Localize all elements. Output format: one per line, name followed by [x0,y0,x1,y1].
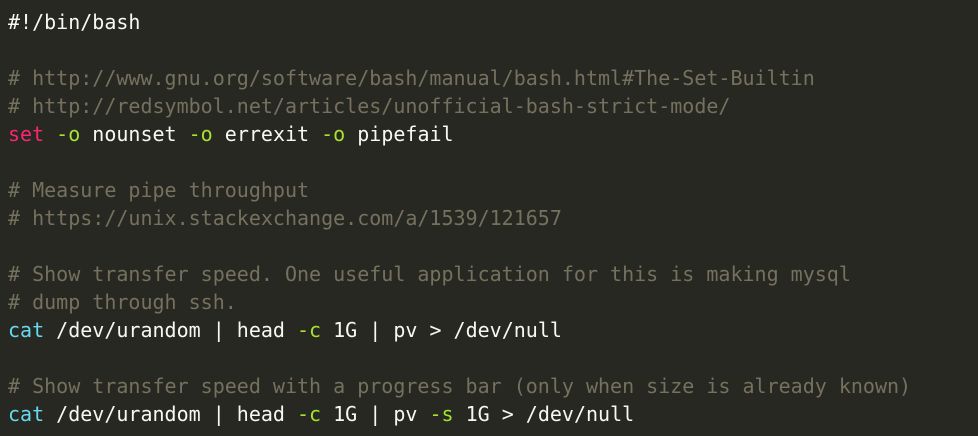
token-default: /dev/urandom | head [44,402,297,426]
code-line[interactable]: # http://www.gnu.org/software/bash/manua… [8,64,978,92]
code-line[interactable]: # http://redsymbol.net/articles/unoffici… [8,92,978,120]
token-flag: -c [297,318,322,342]
token-flag: -o [321,122,346,146]
token-flag: -o [56,122,81,146]
token-default [44,122,56,146]
token-default: nounset [80,122,189,146]
code-line[interactable]: # dump through ssh. [8,288,978,316]
token-default: #!/bin/bash [8,10,141,34]
token-comment: # https://unix.stackexchange.com/a/1539/… [8,206,562,230]
token-default: errexit [212,122,322,146]
code-line[interactable]: cat /dev/urandom | head -c 1G | pv -s 1G… [8,400,978,428]
token-comment: # http://redsymbol.net/articles/unoffici… [8,94,731,118]
token-default: 1G > /dev/null [453,402,635,426]
code-line[interactable]: # Measure pipe throughput [8,176,978,204]
code-line[interactable]: set -o nounset -o errexit -o pipefail [8,120,978,148]
token-comment: # Show transfer speed with a progress ba… [8,374,912,398]
token-flag: -s [429,402,454,426]
code-line[interactable] [8,232,978,260]
token-default: /dev/urandom | head [44,318,297,342]
token-builtin: cat [8,402,45,426]
code-line[interactable]: # https://unix.stackexchange.com/a/1539/… [8,204,978,232]
token-builtin: cat [8,318,45,342]
code-line[interactable] [8,36,978,64]
token-flag: -o [188,122,213,146]
token-keyword: set [8,122,45,146]
code-line[interactable]: cat /dev/urandom | head -c 1G | pv > /de… [8,316,978,344]
token-comment: # dump through ssh. [8,290,237,314]
code-line[interactable]: # Show transfer speed with a progress ba… [8,372,978,400]
token-comment: # Show transfer speed. One useful applic… [8,262,851,286]
code-editor[interactable]: #!/bin/bash # http://www.gnu.org/softwar… [0,0,978,436]
code-line[interactable] [8,344,978,372]
token-default: 1G | pv > /dev/null [321,318,562,342]
code-line[interactable]: # Show transfer speed. One useful applic… [8,260,978,288]
code-line[interactable]: #!/bin/bash [8,8,978,36]
token-comment: # Measure pipe throughput [8,178,310,202]
token-default: pipefail [345,122,454,146]
token-default: 1G | pv [321,402,430,426]
token-comment: # http://www.gnu.org/software/bash/manua… [8,66,815,90]
token-flag: -c [297,402,322,426]
code-line[interactable] [8,148,978,176]
